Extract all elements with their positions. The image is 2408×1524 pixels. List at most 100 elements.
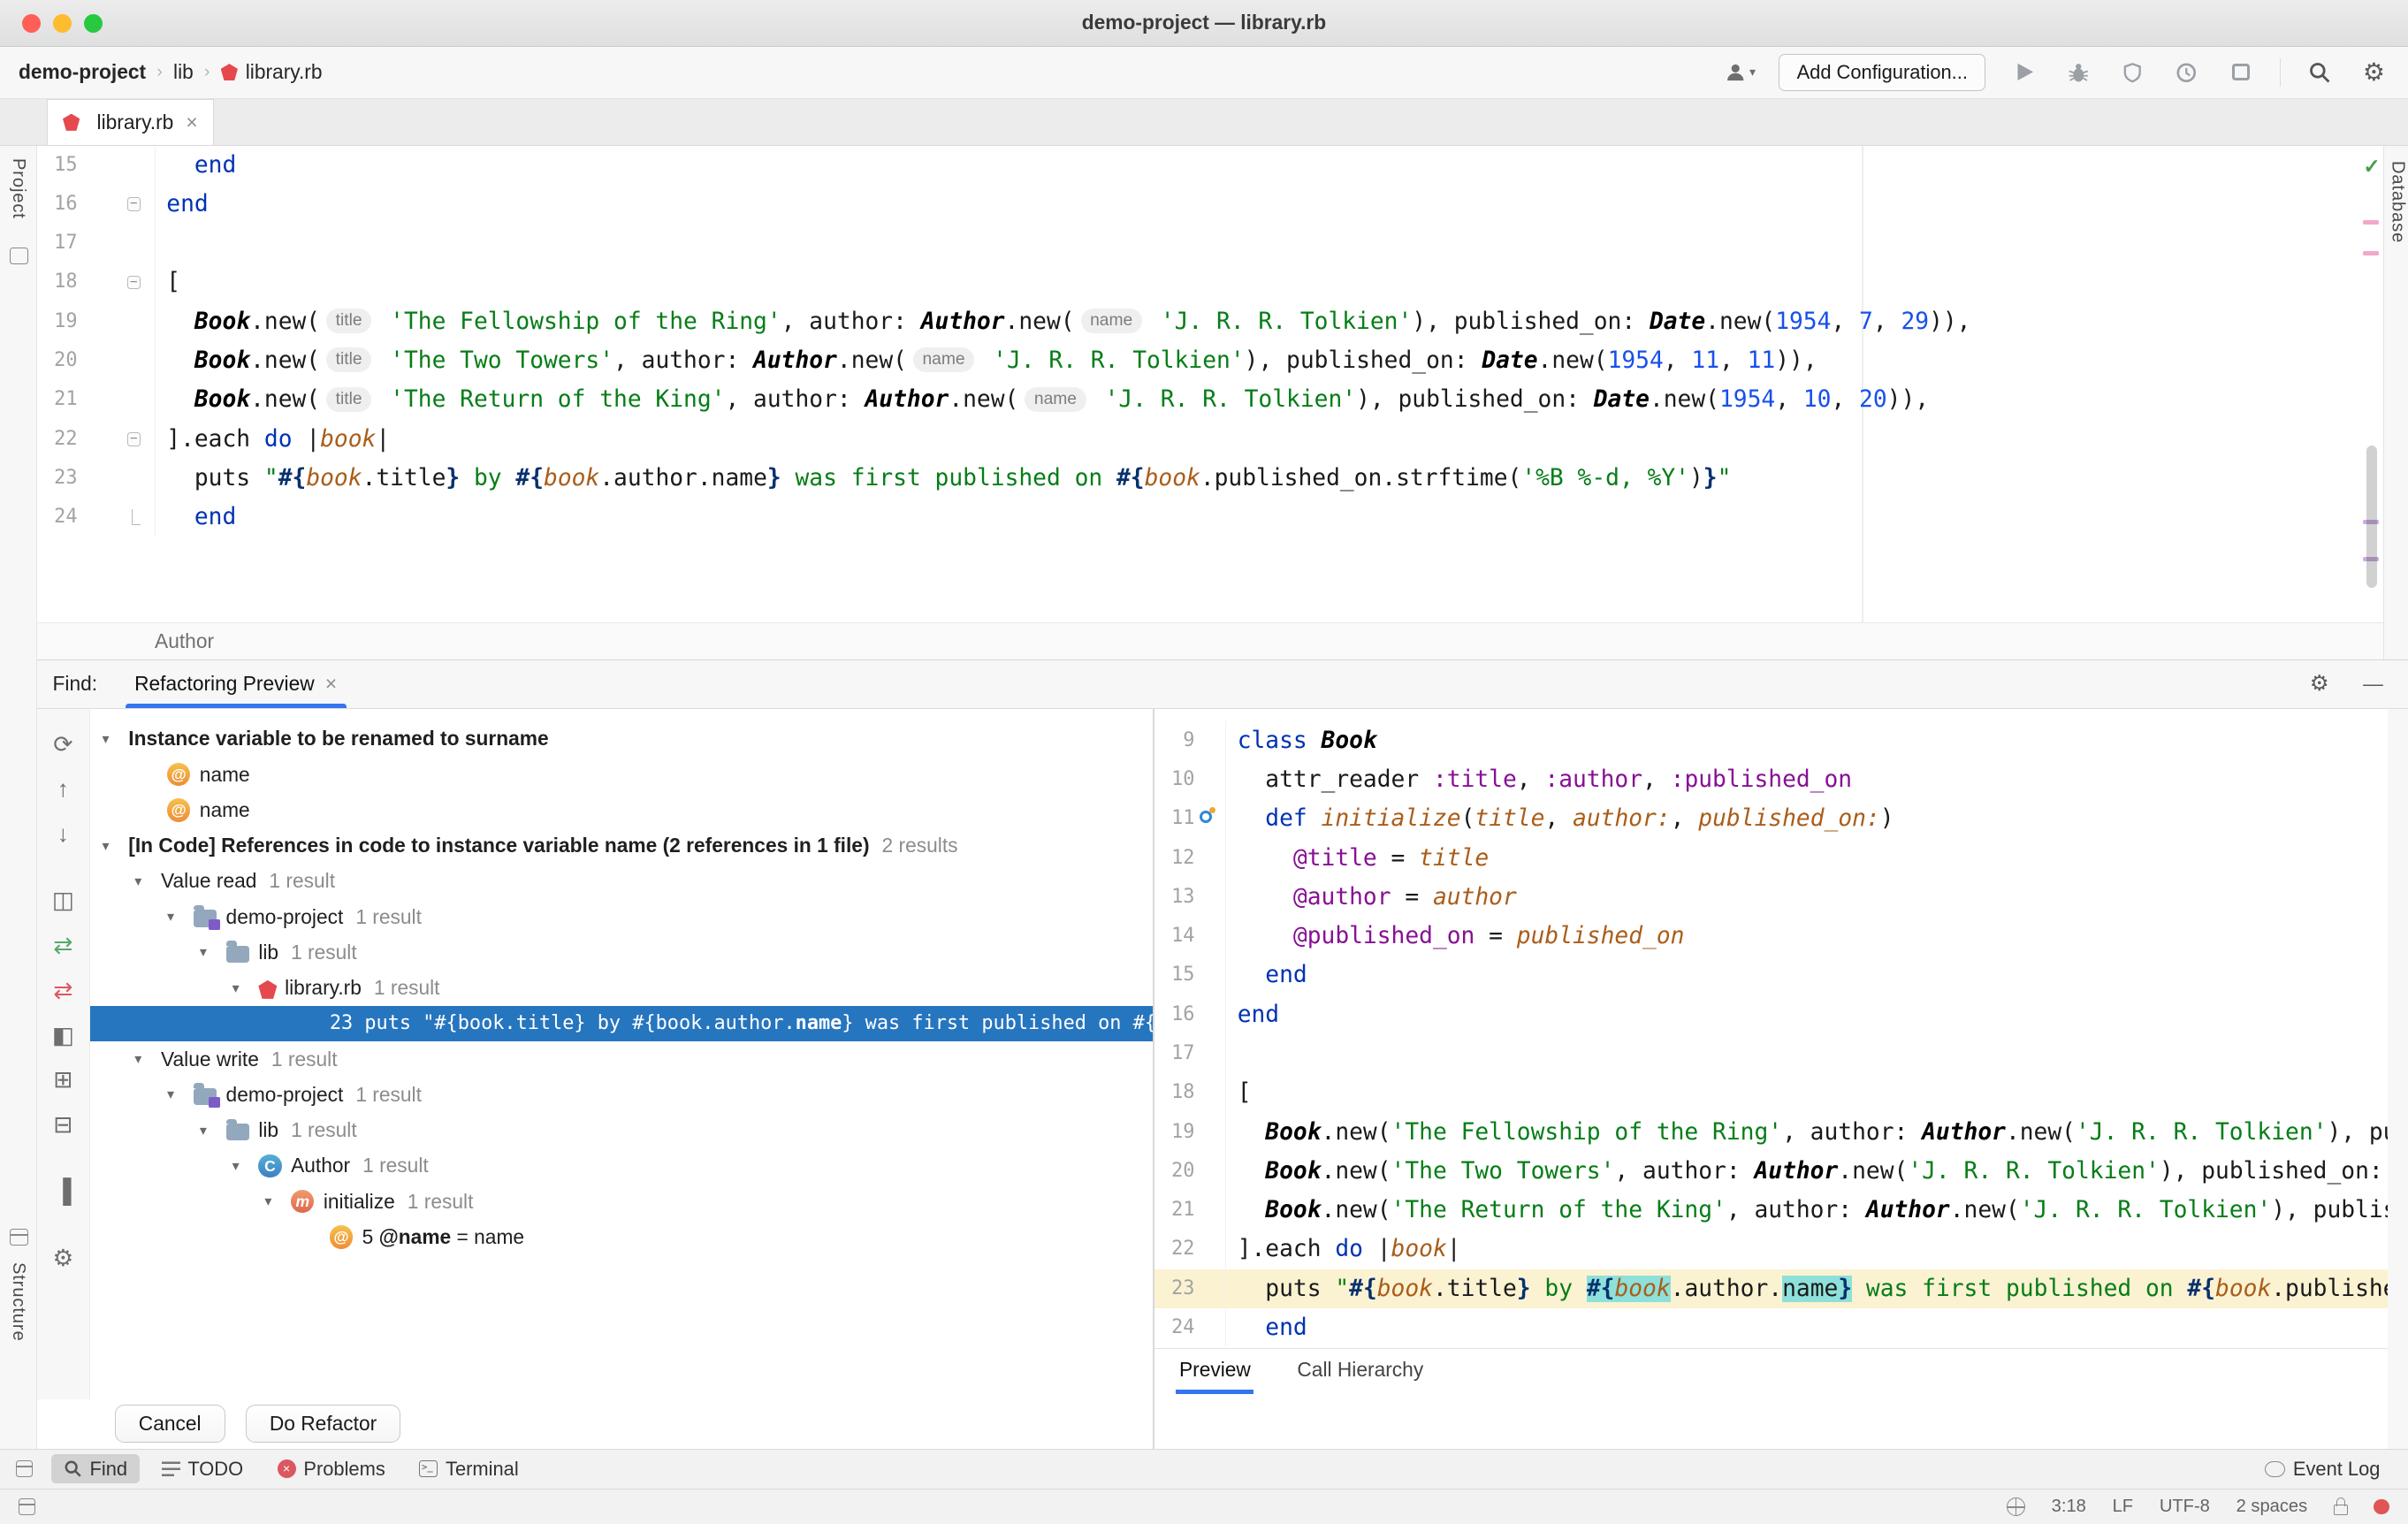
preview-code[interactable]: 9class Book10 attr_reader :title, :autho… [1154,721,2388,1348]
code-line[interactable]: 12 @title = title [1154,839,2388,878]
override-marker-icon[interactable] [1200,811,1212,823]
chevron-down-icon[interactable]: ▾ [134,1050,161,1068]
code-line[interactable]: 15 end [1154,956,2388,994]
chevron-down-icon[interactable]: ▾ [264,1193,291,1210]
tree-row[interactable]: ▾library.rb1 result [90,971,1154,1006]
chevron-down-icon[interactable]: ▾ [167,908,194,926]
hide-panel-icon[interactable]: — [2363,672,2383,696]
code-line[interactable]: 10 attr_reader :title, :author, :publish… [1154,760,2388,799]
code-line[interactable]: 22−].each do |book| [37,420,2358,459]
code-line[interactable]: 23 puts "#{book.title} by #{book.author.… [37,459,2358,498]
code-editor[interactable]: 15 end16−end1718−[19 Book.new(title 'The… [37,146,2383,622]
code-line[interactable]: 13 @author = author [1154,878,2388,917]
window-stack-icon[interactable] [16,1460,33,1477]
settings-gear-icon[interactable]: ⚙ [43,1238,84,1278]
coverage-icon[interactable] [2117,57,2148,88]
close-window-button[interactable] [22,14,41,33]
navigate-green-icon[interactable]: ⇄ [43,926,84,966]
code-line[interactable]: 17 [1154,1034,2388,1073]
tool-window-button-problems[interactable]: × Problems [265,1454,398,1483]
profiler-icon[interactable] [2171,57,2202,88]
fold-icon[interactable]: − [127,276,141,290]
tree-row[interactable]: ▾demo-project1 result [90,1077,1154,1112]
breadcrumb-scope[interactable]: Author [155,629,214,653]
code-line[interactable]: 21 Book.new('The Return of the King', au… [1154,1191,2388,1230]
tree-row[interactable]: 23 puts "#{book.title} by #{book.author.… [90,1006,1154,1041]
do-refactor-button[interactable]: Do Refactor [246,1405,401,1443]
tab-call-hierarchy[interactable]: Call Hierarchy [1294,1349,1427,1395]
collapse-all-icon[interactable]: ⊟ [43,1105,84,1146]
code-line[interactable]: 16end [1154,995,2388,1034]
fold-icon[interactable]: − [127,432,141,446]
close-icon[interactable]: × [325,672,337,696]
refactoring-preview-tree[interactable]: ▾Instance variable to be renamed to surn… [90,709,1154,1399]
window-layout-icon[interactable] [19,1498,35,1515]
stripe-mark[interactable] [2363,251,2379,255]
editor-scrollbar[interactable] [2366,446,2377,588]
tool-window-button-find[interactable]: Find [51,1454,140,1483]
previous-occurrence-icon[interactable]: ↑ [43,769,84,810]
code-line[interactable]: 16−end [37,185,2358,224]
file-encoding[interactable]: UTF-8 [2160,1497,2210,1517]
code-line[interactable]: 20 Book.new(title 'The Two Towers', auth… [37,341,2358,380]
chevron-down-icon[interactable]: ▾ [232,979,259,997]
settings-gear-icon[interactable]: ⚙ [2310,674,2329,696]
structure-tool-icon[interactable] [10,1229,28,1246]
code-line[interactable]: 11 def initialize(title, author:, publis… [1154,799,2388,838]
chevron-down-icon[interactable]: ▾ [200,1122,226,1139]
inspections-ok-icon[interactable]: ✓ [2363,155,2380,179]
caret-position[interactable]: 3:18 [2052,1497,2086,1517]
lock-icon[interactable] [2334,1505,2348,1515]
tree-row[interactable]: ▾lib1 result [90,934,1154,970]
tree-row[interactable]: @5 @name = name [90,1219,1154,1254]
breadcrumb-item[interactable]: demo-project [19,60,146,84]
tree-row[interactable]: ▾Value write1 result [90,1041,1154,1077]
expand-all-icon[interactable]: ⊞ [43,1060,84,1101]
line-separator[interactable]: LF [2113,1497,2134,1517]
tool-window-button-structure[interactable]: Structure [8,1262,28,1342]
usage-preview-pane[interactable]: 9class Book10 attr_reader :title, :autho… [1154,709,2388,1449]
tree-row[interactable]: ▾demo-project1 result [90,899,1154,934]
tab-preview[interactable]: Preview [1176,1349,1254,1395]
tool-window-button-database[interactable]: Database [2387,161,2407,243]
tree-row[interactable]: @name [90,792,1154,827]
indent-setting[interactable]: 2 spaces [2237,1497,2308,1517]
code-line[interactable]: 17 [37,224,2358,263]
breadcrumb-item[interactable]: library.rb [221,60,323,84]
zoom-window-button[interactable] [84,14,103,33]
tree-row[interactable]: ▾Instance variable to be renamed to surn… [90,721,1154,757]
filter-icon[interactable]: ◧ [43,1015,84,1055]
chevron-down-icon[interactable]: ▾ [167,1086,194,1103]
tree-row[interactable]: ▾Value read1 result [90,864,1154,899]
highlight-level-icon[interactable] [2374,1499,2389,1515]
group-by-icon[interactable]: ◫ [43,880,84,921]
rerun-icon[interactable]: ⟳ [43,724,84,765]
debug-bug-icon[interactable] [2063,57,2094,88]
user-icon[interactable]: ▾ [1725,57,1756,88]
navigate-red-icon[interactable]: ⇄ [43,971,84,1011]
fold-icon[interactable]: − [127,197,141,211]
minimize-window-button[interactable] [53,14,72,33]
tab-refactoring-preview[interactable]: Refactoring Preview × [119,660,353,708]
code-line[interactable]: 23 puts "#{book.title} by #{book.author.… [1154,1269,2388,1308]
tool-window-button-event-log[interactable]: Event Log [2252,1454,2392,1483]
code-line[interactable]: 21 Book.new(title 'The Return of the Kin… [37,380,2358,419]
network-icon[interactable] [2007,1497,2025,1516]
breadcrumb-item[interactable]: lib [173,60,194,84]
code-line[interactable]: 14 @published_on = published_on [1154,917,2388,956]
stop-icon[interactable] [2225,57,2256,88]
code-line[interactable]: 18−[ [37,263,2358,301]
tree-row[interactable]: ▾CAuthor1 result [90,1148,1154,1184]
code-line[interactable]: 19 Book.new('The Fellowship of the Ring'… [1154,1113,2388,1152]
search-icon[interactable] [2305,57,2336,88]
stripe-mark[interactable] [2363,220,2379,225]
code-line[interactable]: 9class Book [1154,721,2388,760]
code-line[interactable]: 19 Book.new(title 'The Fellowship of the… [37,302,2358,341]
close-icon[interactable]: × [186,110,197,134]
tool-window-button-terminal[interactable]: >_ Terminal [407,1454,530,1483]
editor-lines[interactable]: 15 end16−end1718−[19 Book.new(title 'The… [37,146,2358,622]
cancel-button[interactable]: Cancel [115,1405,225,1443]
code-line[interactable]: 20 Book.new('The Two Towers', author: Au… [1154,1152,2388,1191]
code-line[interactable]: 15 end [37,146,2358,185]
chevron-down-icon[interactable]: ▾ [134,872,161,890]
